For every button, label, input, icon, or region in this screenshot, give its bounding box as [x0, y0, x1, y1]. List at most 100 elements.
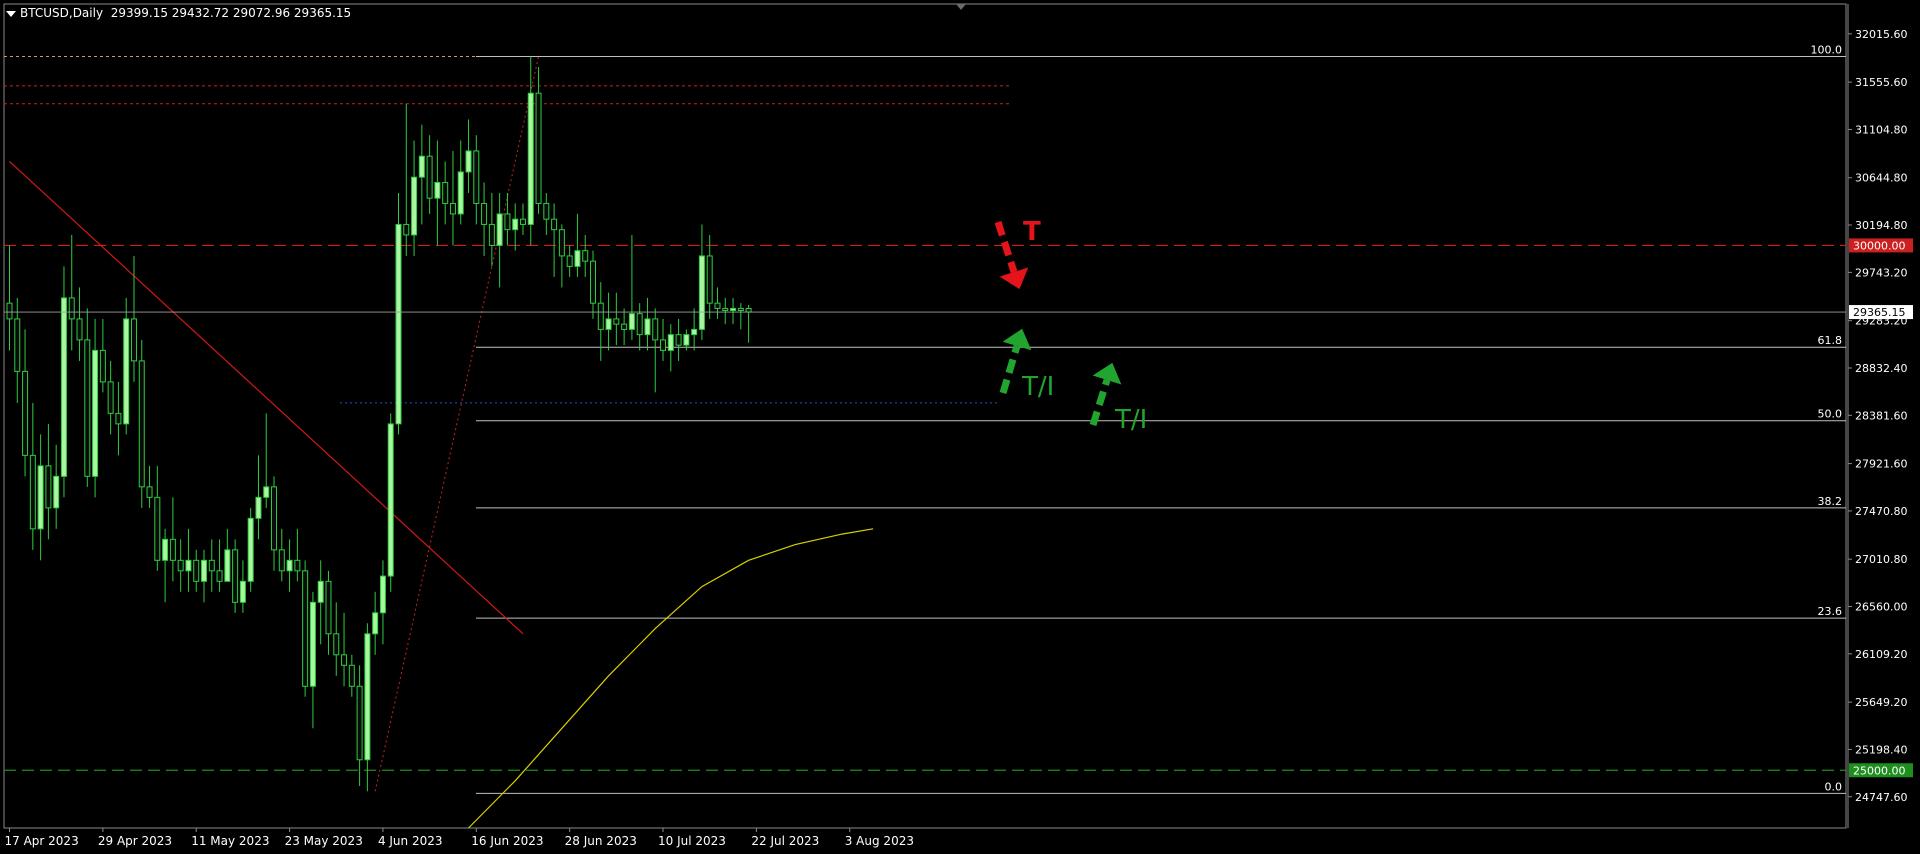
- chart-shift-marker-icon[interactable]: [956, 4, 966, 10]
- candle-body: [434, 181, 441, 199]
- candle-body: [582, 250, 589, 262]
- candle-body: [504, 213, 511, 231]
- candle-body: [224, 549, 231, 582]
- candle-body: [605, 318, 612, 330]
- price-tick-label: 26109.20: [1855, 648, 1908, 661]
- candle-body: [22, 370, 29, 456]
- price-tick-label: 25198.40: [1855, 743, 1908, 756]
- price-tick-label: 27010.80: [1855, 553, 1908, 566]
- candle-body: [356, 685, 363, 761]
- candle-body: [169, 538, 176, 561]
- price-tick-label: 24747.60: [1855, 791, 1908, 804]
- price-tick-label: 31104.80: [1855, 123, 1908, 136]
- date-tick-label: 23 May 2023: [285, 834, 363, 848]
- candle-body: [208, 559, 215, 572]
- candle-body: [683, 334, 690, 346]
- candle-body: [294, 559, 301, 572]
- long-entry-arrow-secondary: [1089, 378, 1111, 427]
- candle-body: [68, 297, 75, 320]
- date-tick-label: 3 Aug 2023: [845, 834, 914, 848]
- candle-body: [84, 339, 91, 477]
- price-chart[interactable]: 100.0 61.8 50.0 38.2 23.6 0.0 32015.60 31555.60…: [0, 0, 1920, 854]
- candle-body: [162, 538, 169, 561]
- candle-body: [403, 223, 410, 236]
- candle-body: [590, 260, 596, 304]
- candle-body: [636, 313, 643, 336]
- candle-body: [512, 218, 519, 231]
- candle-body: [488, 223, 495, 246]
- candle-body: [271, 486, 278, 551]
- candle-body: [426, 155, 433, 199]
- candle-body: [29, 454, 36, 530]
- candle-body: [255, 496, 262, 519]
- key-level-price-label: 25000.00: [1853, 764, 1906, 777]
- candle-body: [706, 255, 713, 304]
- candle-body: [317, 580, 324, 603]
- candle-body: [543, 202, 550, 220]
- candle-body: [395, 223, 402, 425]
- candle-body: [566, 255, 573, 267]
- candle-body: [621, 323, 628, 330]
- candle-body: [6, 302, 13, 320]
- candle-body: [667, 334, 674, 351]
- price-tick-label: 27921.60: [1855, 458, 1908, 471]
- candle-body: [527, 92, 534, 225]
- fib-level-label: 61.8: [1818, 334, 1843, 347]
- date-tick-label: 29 Apr 2023: [98, 834, 172, 848]
- candle-body: [130, 318, 137, 362]
- price-tick-label: 25649.20: [1855, 696, 1908, 709]
- candle-body: [232, 549, 239, 603]
- candle-body: [449, 202, 456, 215]
- price-tick-label: 28832.40: [1855, 362, 1908, 375]
- candle-body: [745, 307, 752, 313]
- candle-body: [457, 171, 464, 215]
- price-tick-label: 30194.80: [1855, 219, 1908, 232]
- candle-body: [92, 349, 99, 477]
- date-tick-label: 11 May 2023: [191, 834, 269, 848]
- fib-level-label: 100.0: [1811, 43, 1843, 56]
- candle-body: [364, 633, 371, 761]
- candle-body: [107, 381, 114, 414]
- candle-body: [14, 318, 21, 372]
- candle-body: [37, 465, 44, 530]
- moving-average-line: [468, 528, 874, 829]
- candle-body: [418, 155, 425, 178]
- price-tick-label: 30644.80: [1855, 172, 1908, 185]
- candle-body: [76, 318, 83, 341]
- candle-body: [325, 580, 332, 635]
- candle-body: [644, 318, 651, 336]
- candle-body: [652, 318, 659, 341]
- candle-body: [247, 517, 254, 582]
- candle-body: [333, 633, 340, 656]
- price-tick-label: 28381.60: [1855, 409, 1908, 422]
- candle-body: [519, 218, 526, 225]
- price-tick-label: 27470.80: [1855, 505, 1908, 518]
- candle-body: [535, 92, 542, 204]
- date-tick-label: 10 Jul 2023: [658, 834, 726, 848]
- candle-body: [99, 349, 106, 383]
- candle-body: [442, 181, 449, 204]
- candle-body: [302, 570, 309, 687]
- candle-body: [60, 297, 67, 477]
- candle-body: [411, 176, 418, 236]
- current-price-label: 29365.15: [1853, 306, 1906, 319]
- candle-body: [286, 559, 293, 572]
- fib-level-label: 38.2: [1818, 495, 1843, 508]
- candle-body: [309, 601, 316, 687]
- long-entry-arrow: [999, 345, 1021, 394]
- candle-body: [730, 307, 737, 312]
- dropdown-triangle-icon[interactable]: [6, 10, 16, 17]
- date-tick-label: 16 Jun 2023: [471, 834, 543, 848]
- fib-level-label: 50.0: [1818, 408, 1843, 421]
- candle-body: [465, 150, 472, 173]
- candle-body: [185, 559, 192, 572]
- candle-body: [660, 339, 667, 351]
- candle-body: [574, 250, 581, 267]
- candle-body: [263, 486, 270, 498]
- candle-body: [551, 218, 558, 231]
- candle-body: [348, 664, 355, 687]
- candle-body: [473, 150, 480, 204]
- candle-body: [714, 302, 721, 309]
- annotation-label-ti-secondary: T/I: [1114, 405, 1147, 435]
- take-profit-arrow: [994, 220, 1018, 274]
